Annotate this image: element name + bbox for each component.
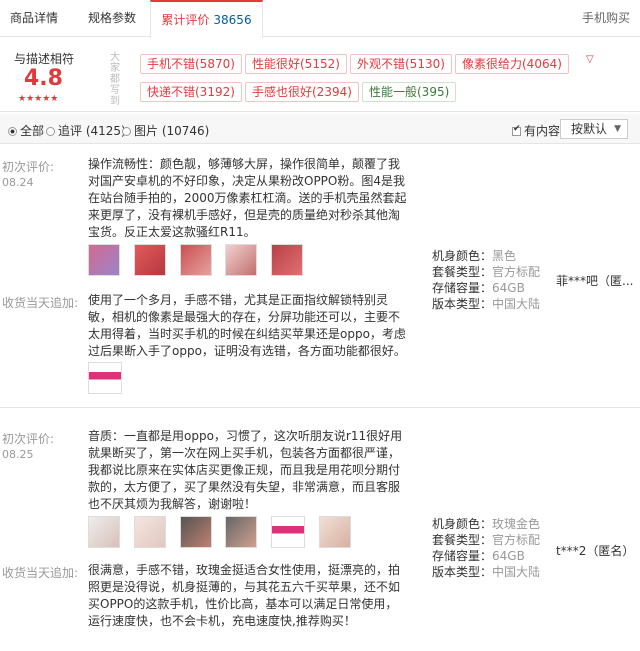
followup-label: 收货当天追加: bbox=[2, 566, 79, 580]
chevron-down-icon: ▼ bbox=[614, 124, 621, 134]
spec-key: 套餐类型： bbox=[432, 265, 493, 279]
first-review-date: 08.24 bbox=[2, 176, 34, 189]
review-item: 初次评价: 08.25 音质：一直都是用oppo，习惯了，这次听朋友说r11很好… bbox=[0, 420, 640, 651]
checkbox-checked-icon[interactable] bbox=[512, 124, 521, 136]
first-review-label: 初次评价: bbox=[2, 160, 55, 174]
reviewer-name[interactable]: t***2（匿名） bbox=[556, 542, 634, 559]
rating-score: 4.8 bbox=[24, 66, 63, 91]
tag-item[interactable]: 手机不错(5870) bbox=[140, 54, 242, 74]
reviewer-name[interactable]: 菲***吧（匿... bbox=[556, 272, 633, 289]
review-image-thumb[interactable] bbox=[271, 516, 306, 548]
spec-value: 官方标配 bbox=[492, 265, 541, 279]
review-image-thumb[interactable] bbox=[225, 516, 258, 548]
review-image-thumb[interactable] bbox=[179, 244, 212, 276]
spec-value: 玫瑰金色 bbox=[492, 517, 541, 531]
review-images bbox=[88, 516, 361, 548]
tag-item[interactable]: 性能一般(395) bbox=[362, 82, 457, 102]
followup-label: 收货当天追加: bbox=[2, 296, 79, 310]
filter-has-content-label: 有内容 bbox=[524, 124, 561, 138]
spec-value: 中国大陆 bbox=[492, 297, 541, 311]
review-image-thumb[interactable] bbox=[133, 516, 166, 548]
tag-item[interactable]: 像素很给力(4064) bbox=[455, 54, 569, 74]
review-image-thumb[interactable] bbox=[179, 516, 212, 548]
spec-key: 机身颜色： bbox=[432, 517, 493, 531]
spec-row: 机身颜色：黑色 bbox=[432, 248, 540, 264]
spec-key: 存储容量： bbox=[432, 281, 493, 295]
spec-row: 套餐类型：官方标配 bbox=[432, 264, 540, 280]
rating-stars-icon: ★★★★★ bbox=[18, 94, 59, 104]
product-specs: 机身颜色：玫瑰金色 套餐类型：官方标配 存储容量：64GB 版本类型：中国大陆 bbox=[432, 516, 540, 580]
first-review-text: 操作流畅性：颜色靓，够薄够大屏，操作很简单，颠覆了我对国产安卓机的不好印象，决定… bbox=[88, 157, 407, 239]
tab-specs[interactable]: 规格参数 bbox=[88, 0, 136, 37]
rating-summary: 与描述相符 4.8 ★★★★★ 大家都写到 手机不错(5870) 性能很好(51… bbox=[0, 38, 640, 112]
spec-value: 黑色 bbox=[492, 249, 517, 263]
spec-key: 存储容量： bbox=[432, 549, 493, 563]
tag-heading: 大家都写到 bbox=[110, 52, 120, 107]
spec-key: 版本类型： bbox=[432, 565, 493, 579]
sort-select[interactable]: 按默认 ▼ bbox=[560, 119, 628, 139]
tab-reviews-label: 累计评价 bbox=[161, 13, 210, 27]
radio-icon[interactable] bbox=[122, 127, 131, 136]
filter-all[interactable]: 全部 bbox=[8, 122, 44, 139]
tag-item[interactable]: 性能很好(5152) bbox=[245, 54, 347, 74]
expand-tags-icon[interactable]: ▽ bbox=[586, 54, 594, 65]
followup-images bbox=[88, 362, 132, 394]
review-image-thumb[interactable] bbox=[88, 362, 122, 394]
tag-item[interactable]: 快递不错(3192) bbox=[140, 82, 242, 102]
radio-icon[interactable] bbox=[46, 127, 55, 136]
filter-images[interactable]: 图片 (10746) bbox=[122, 122, 209, 139]
tab-bar: 商品详情 规格参数 累计评价 38656 手机购买 bbox=[0, 0, 640, 38]
product-specs: 机身颜色：黑色 套餐类型：官方标配 存储容量：64GB 版本类型：中国大陆 bbox=[432, 248, 540, 312]
filter-has-content[interactable]: 有内容 bbox=[512, 122, 560, 139]
radio-checked-icon[interactable] bbox=[8, 127, 17, 136]
tab-reviews-count: 38656 bbox=[213, 13, 252, 27]
spec-key: 机身颜色： bbox=[432, 249, 493, 263]
review-item: 初次评价: 08.24 操作流畅性：颜色靓，够薄够大屏，操作很简单，颠覆了我对国… bbox=[0, 146, 640, 408]
followup-text: 使用了一个多月，手感不错，尤其是正面指纹解锁特别灵敏，相机的像素是最强大的存在，… bbox=[88, 293, 406, 358]
review-image-thumb[interactable] bbox=[225, 244, 258, 276]
filter-all-label: 全部 bbox=[20, 124, 45, 138]
tag-item[interactable]: 手感也很好(2394) bbox=[245, 82, 359, 102]
rating-label: 与描述相符 bbox=[14, 52, 75, 66]
spec-row: 版本类型：中国大陆 bbox=[432, 296, 540, 312]
tag-item[interactable]: 外观不错(5130) bbox=[350, 54, 452, 74]
followup-text: 很满意，手感不错，玫瑰金挺适合女性使用，挺漂亮的，拍照更是没得说，机身挺薄的，与… bbox=[88, 563, 401, 628]
spec-value: 官方标配 bbox=[492, 533, 541, 547]
spec-value: 64GB bbox=[492, 281, 525, 295]
sort-label: 按默认 bbox=[571, 122, 608, 136]
spec-row: 存储容量：64GB bbox=[432, 548, 540, 564]
spec-row: 存储容量：64GB bbox=[432, 280, 540, 296]
review-image-thumb[interactable] bbox=[271, 244, 304, 276]
spec-row: 版本类型：中国大陆 bbox=[432, 564, 540, 580]
tab-product-detail[interactable]: 商品详情 bbox=[10, 0, 58, 37]
review-image-thumb[interactable] bbox=[88, 516, 120, 548]
review-image-thumb[interactable] bbox=[133, 244, 166, 276]
phone-purchase-link[interactable]: 手机购买 bbox=[582, 0, 630, 37]
spec-row: 机身颜色：玫瑰金色 bbox=[432, 516, 540, 532]
filter-followup-label: 追评 (4125) bbox=[58, 124, 126, 138]
first-review-label: 初次评价: bbox=[2, 432, 55, 446]
review-filter-bar: 全部 追评 (4125) 图片 (10746) 有内容 按默认 ▼ bbox=[0, 114, 640, 144]
filter-images-label: 图片 (10746) bbox=[134, 124, 210, 138]
review-image-thumb[interactable] bbox=[319, 516, 352, 548]
review-images bbox=[88, 244, 313, 276]
tab-reviews[interactable]: 累计评价 38656 bbox=[150, 0, 263, 38]
filter-followup[interactable]: 追评 (4125) bbox=[46, 122, 126, 139]
spec-value: 64GB bbox=[492, 549, 525, 563]
review-image-thumb[interactable] bbox=[88, 244, 120, 276]
spec-row: 套餐类型：官方标配 bbox=[432, 532, 540, 548]
spec-value: 中国大陆 bbox=[492, 565, 541, 579]
spec-key: 套餐类型： bbox=[432, 533, 493, 547]
first-review-text: 音质：一直都是用oppo，习惯了，这次听朋友说r11很好用就果断买了，第一次在网… bbox=[88, 429, 403, 511]
first-review-date: 08.25 bbox=[2, 448, 34, 461]
spec-key: 版本类型： bbox=[432, 297, 493, 311]
